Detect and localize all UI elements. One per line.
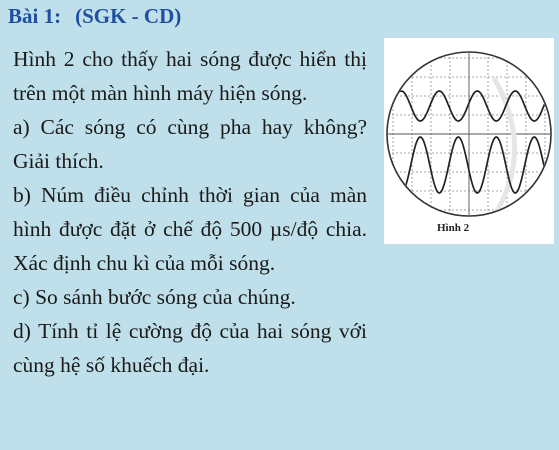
oscilloscope-figure: Hình 2 [384, 38, 554, 244]
exercise-label: Bài 1: [8, 4, 62, 28]
question-b: b) Núm điều chỉnh thời gian của màn hình… [13, 183, 367, 275]
screen-grid [388, 53, 550, 215]
question-d: d) Tính tỉ lệ cường độ của hai sóng với … [13, 319, 367, 377]
exercise-text: Hình 2 cho thấy hai sóng được hiển thị t… [13, 42, 367, 382]
intro-paragraph: Hình 2 cho thấy hai sóng được hiển thị t… [13, 47, 367, 105]
question-c: c) So sánh bước sóng của chúng. [13, 285, 296, 309]
oscilloscope-screen [386, 51, 552, 217]
exercise-heading: Bài 1: (SGK - CD) [8, 4, 181, 29]
question-a: a) Các sóng có cùng pha hay không? Giải … [13, 115, 367, 173]
figure-caption: Hình 2 [437, 222, 470, 234]
exercise-source: (SGK - CD) [75, 4, 182, 28]
